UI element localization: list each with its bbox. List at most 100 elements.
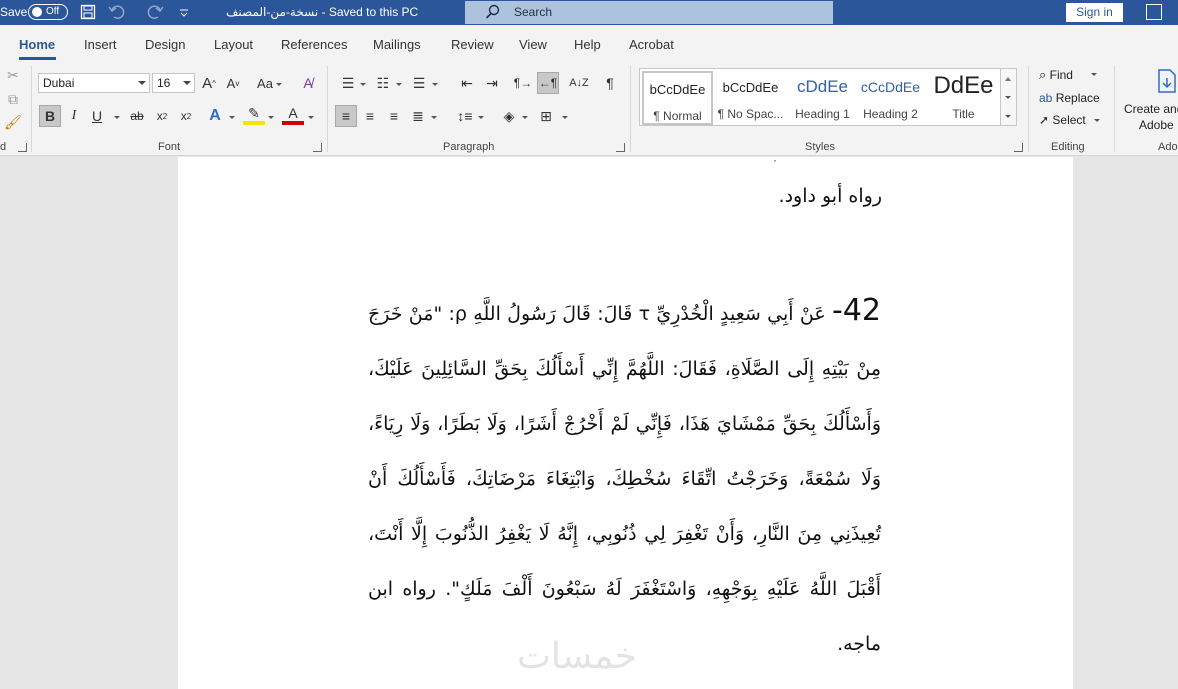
tab-home[interactable]: Home <box>19 37 55 52</box>
toggle-knob <box>32 7 42 17</box>
replace-button[interactable]: ab Replace <box>1039 91 1100 105</box>
format-painter-icon[interactable]: 🖌 <box>2 111 24 133</box>
tab-acrobat[interactable]: Acrobat <box>629 37 674 52</box>
hadith-paragraph: 42- عَنْ أَبِي سَعِيدٍ الْخُدْرِيِّ τ قَ… <box>368 283 881 672</box>
tab-help[interactable]: Help <box>574 37 601 52</box>
narration-line: رواه أبو داود. <box>778 185 882 207</box>
ribbon-display-icon[interactable] <box>1146 4 1162 20</box>
bullets-icon[interactable]: ☰ <box>337 72 359 94</box>
tab-view[interactable]: View <box>519 37 547 52</box>
chevron-down-icon <box>138 81 146 85</box>
adobe-group-label: Ado <box>1158 141 1178 153</box>
align-center-icon[interactable]: ≡ <box>359 105 381 127</box>
create-pdf-icon[interactable] <box>1157 68 1177 97</box>
style-no-spacing[interactable]: bCcDdEe ¶ No Spac... <box>715 71 786 125</box>
font-name-dropdown[interactable]: Dubai <box>38 73 150 93</box>
chevron-down-icon <box>1094 119 1100 122</box>
align-right-icon[interactable]: ≡ <box>383 105 405 127</box>
clear-formatting-icon[interactable]: A̸ <box>297 72 319 94</box>
search-icon <box>485 4 501 23</box>
chevron-down-icon <box>308 116 314 119</box>
font-color-icon[interactable]: A <box>282 105 304 125</box>
create-and-share-label-1[interactable]: Create and <box>1124 102 1178 116</box>
italic-button[interactable]: I <box>63 105 85 127</box>
search-box[interactable]: Search <box>465 1 833 24</box>
document-page[interactable]: · رواه أبو داود. 42- عَنْ أَبِي سَعِيدٍ … <box>178 153 1073 689</box>
tab-insert[interactable]: Insert <box>84 37 117 52</box>
text-effects-icon[interactable]: A <box>204 105 226 127</box>
bold-button[interactable]: B <box>39 105 61 127</box>
font-size-dropdown[interactable]: 16 <box>152 73 195 93</box>
copy-icon[interactable]: ⧉ <box>2 88 24 110</box>
create-and-share-label-2[interactable]: Adobe <box>1139 118 1174 132</box>
watermark-logo: خمسات <box>517 636 638 677</box>
clipboard-launcher-icon[interactable] <box>18 143 27 152</box>
strikethrough-button[interactable]: ab <box>126 105 148 127</box>
style-title[interactable]: DdEe Title <box>928 71 999 125</box>
style-normal[interactable]: bCcDdEe ¶ Normal <box>642 71 713 125</box>
find-button[interactable]: ⌕ Find <box>1039 67 1073 83</box>
style-heading-2[interactable]: cCcDdEe Heading 2 <box>855 71 926 125</box>
sort-icon[interactable]: A↓Z <box>568 72 590 94</box>
styles-launcher-icon[interactable] <box>1014 143 1023 152</box>
change-case-icon[interactable]: Aa <box>254 72 276 94</box>
tab-references[interactable]: References <box>281 37 347 52</box>
chevron-down-icon <box>396 83 402 86</box>
ltr-direction-icon[interactable]: ¶→ <box>512 72 534 94</box>
justify-icon[interactable]: ≣ <box>407 105 429 127</box>
underline-button[interactable]: U <box>86 105 108 127</box>
sign-in-button[interactable]: Sign in <box>1066 3 1123 22</box>
chevron-down-icon <box>114 116 120 119</box>
undo-icon[interactable] <box>108 4 126 22</box>
tab-layout[interactable]: Layout <box>214 37 253 52</box>
save-icon[interactable] <box>80 4 98 22</box>
align-left-icon[interactable]: ≡ <box>335 105 357 127</box>
superscript-button[interactable]: x2 <box>175 105 197 127</box>
chevron-up-icon[interactable] <box>1005 77 1011 81</box>
chevron-down-icon <box>432 83 438 86</box>
select-button[interactable]: ➚ Select <box>1039 113 1086 127</box>
styles-group-label: Styles <box>805 141 835 153</box>
grow-font-icon[interactable]: A ^ <box>198 72 220 94</box>
rtl-direction-icon[interactable]: ←¶ <box>537 72 559 94</box>
customize-qat-icon[interactable] <box>178 4 196 22</box>
subscript-button[interactable]: x2 <box>151 105 173 127</box>
highlight-color-icon[interactable]: ✎ <box>243 105 265 125</box>
chevron-down-icon <box>276 83 282 86</box>
chevron-down-icon <box>478 116 484 119</box>
borders-icon[interactable]: ⊞ <box>535 105 557 127</box>
style-preview: cDdEe <box>796 77 849 96</box>
title-bar: Save Off نسخة-من-المصنف - Saved to this … <box>0 0 1178 25</box>
separator <box>327 66 328 152</box>
find-icon: ⌕ <box>1039 67 1047 82</box>
styles-gallery-scroll[interactable] <box>1000 68 1017 126</box>
chevron-down-icon <box>522 116 528 119</box>
select-label: Select <box>1052 113 1086 127</box>
increase-indent-icon[interactable]: ⇥ <box>481 72 503 94</box>
tab-design[interactable]: Design <box>145 37 185 52</box>
tab-mailings[interactable]: Mailings <box>373 37 421 52</box>
text-fragment: · <box>773 153 777 167</box>
style-name: Heading 2 <box>863 107 918 121</box>
shrink-font-icon[interactable]: Av <box>222 72 244 94</box>
multilevel-list-icon[interactable]: ☰ <box>408 72 430 94</box>
chevron-down-icon <box>1091 73 1097 76</box>
autosave-toggle[interactable]: Off <box>28 4 68 20</box>
separator <box>1114 66 1115 152</box>
show-formatting-icon[interactable]: ¶ <box>599 72 621 94</box>
style-preview: cCcDdEe <box>860 79 921 95</box>
cut-icon[interactable]: ✂ <box>2 64 24 86</box>
more-styles-icon[interactable] <box>1005 115 1011 118</box>
chevron-down-icon[interactable] <box>1005 96 1011 99</box>
style-heading-1[interactable]: cDdEe Heading 1 <box>787 71 858 125</box>
decrease-indent-icon[interactable]: ⇤ <box>456 72 478 94</box>
redo-icon[interactable] <box>146 4 164 22</box>
paragraph-launcher-icon[interactable] <box>616 143 625 152</box>
autosave-label: Save <box>0 5 28 19</box>
font-launcher-icon[interactable] <box>313 143 322 152</box>
line-spacing-icon[interactable]: ↕≡ <box>454 105 476 127</box>
shading-icon[interactable]: ◈ <box>498 105 520 127</box>
tab-review[interactable]: Review <box>451 37 494 52</box>
numbering-icon[interactable]: ☷ <box>372 72 394 94</box>
font-group-label: Font <box>158 141 181 153</box>
